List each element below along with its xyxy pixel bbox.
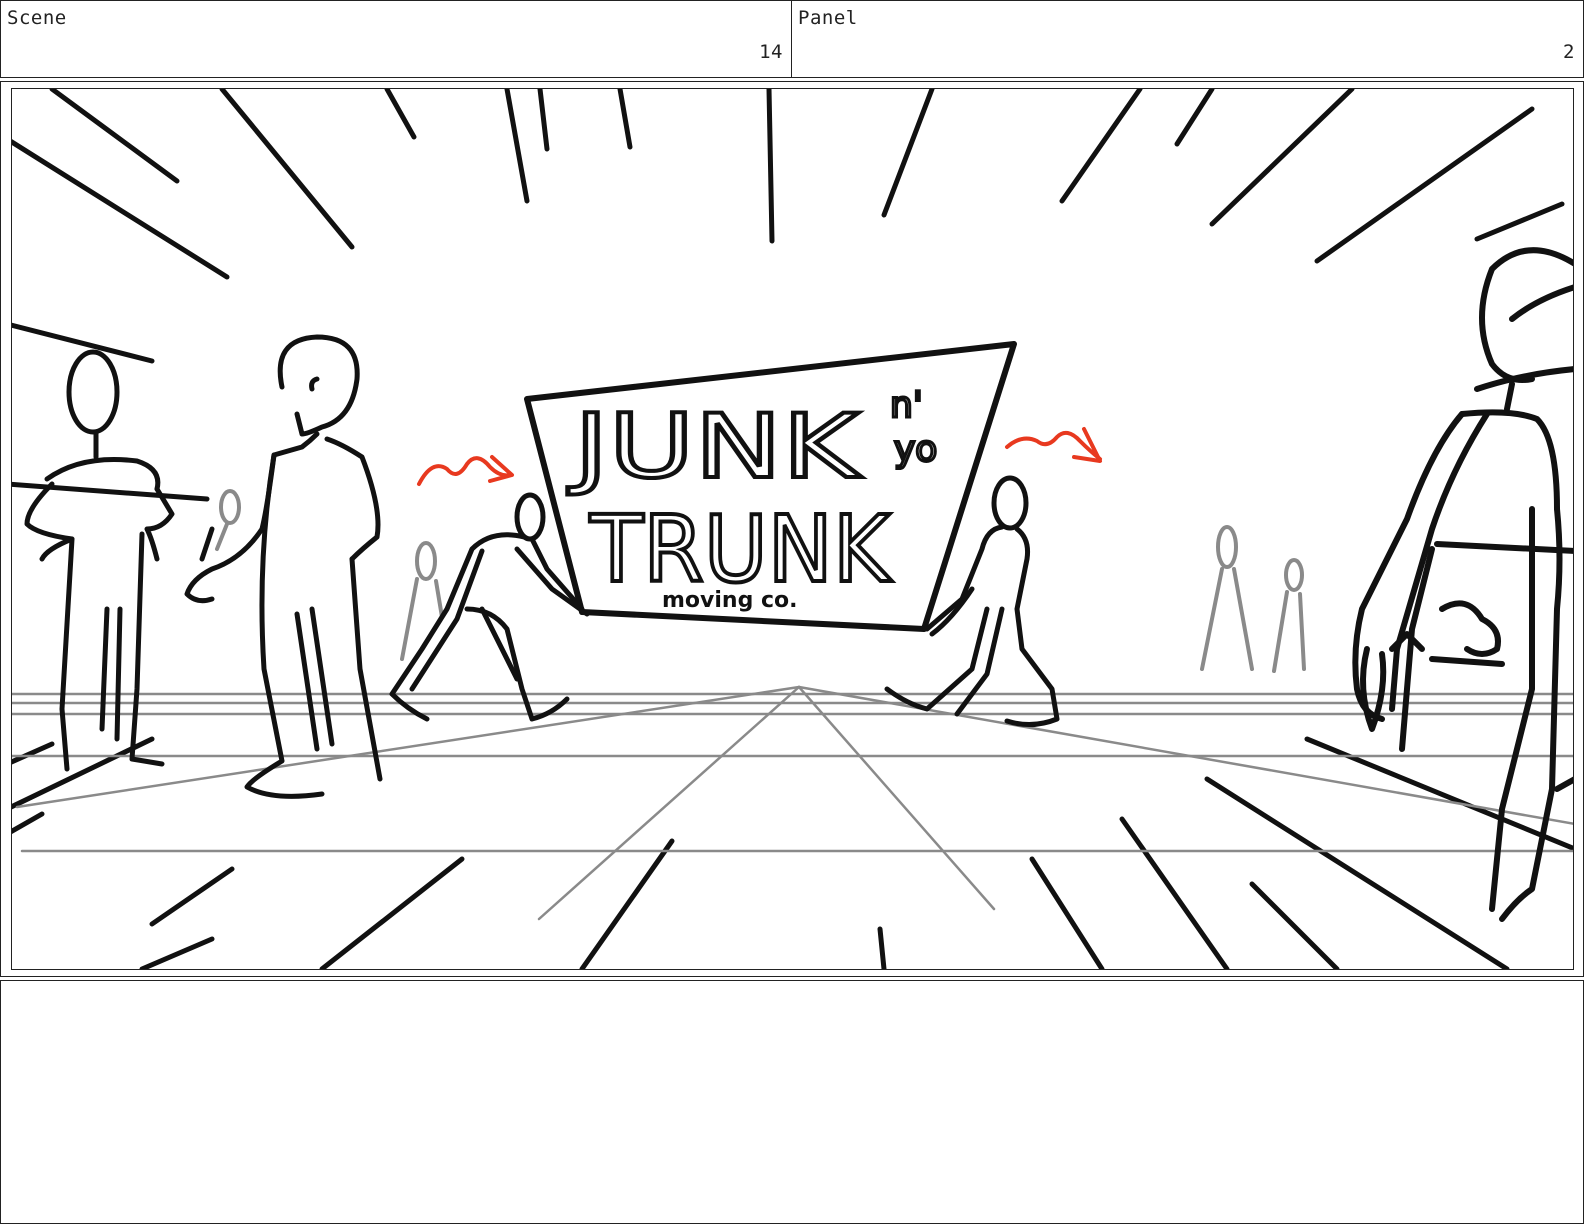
notes-area: [0, 980, 1584, 1224]
sign-line-moving-co: moving co.: [662, 588, 798, 613]
moving-sign: JUNK n' yo TRUNK moving co.: [524, 341, 1017, 632]
storyboard-sketch: JUNK n' yo TRUNK moving co.: [12, 89, 1573, 969]
panel-cell: Panel 2: [791, 0, 1584, 78]
sign-line-trunk: TRUNK: [589, 496, 892, 603]
back-view-figure: [184, 334, 383, 799]
panel-label: Panel: [798, 7, 858, 29]
right-mover-figure: [884, 475, 1060, 727]
panel-number: 2: [1563, 41, 1575, 63]
left-standing-figure: [12, 349, 210, 772]
storyboard-drawing: JUNK n' yo TRUNK moving co.: [11, 88, 1574, 970]
scene-number: 14: [759, 41, 783, 63]
sign-line-junk: JUNK: [567, 395, 862, 498]
sign-suffix-n: n': [890, 385, 923, 426]
perspective-guides: [12, 685, 1573, 921]
sign-suffix-yo: yo: [894, 429, 937, 470]
scene-label: Scene: [7, 7, 67, 29]
scene-cell: Scene 14: [0, 0, 792, 78]
